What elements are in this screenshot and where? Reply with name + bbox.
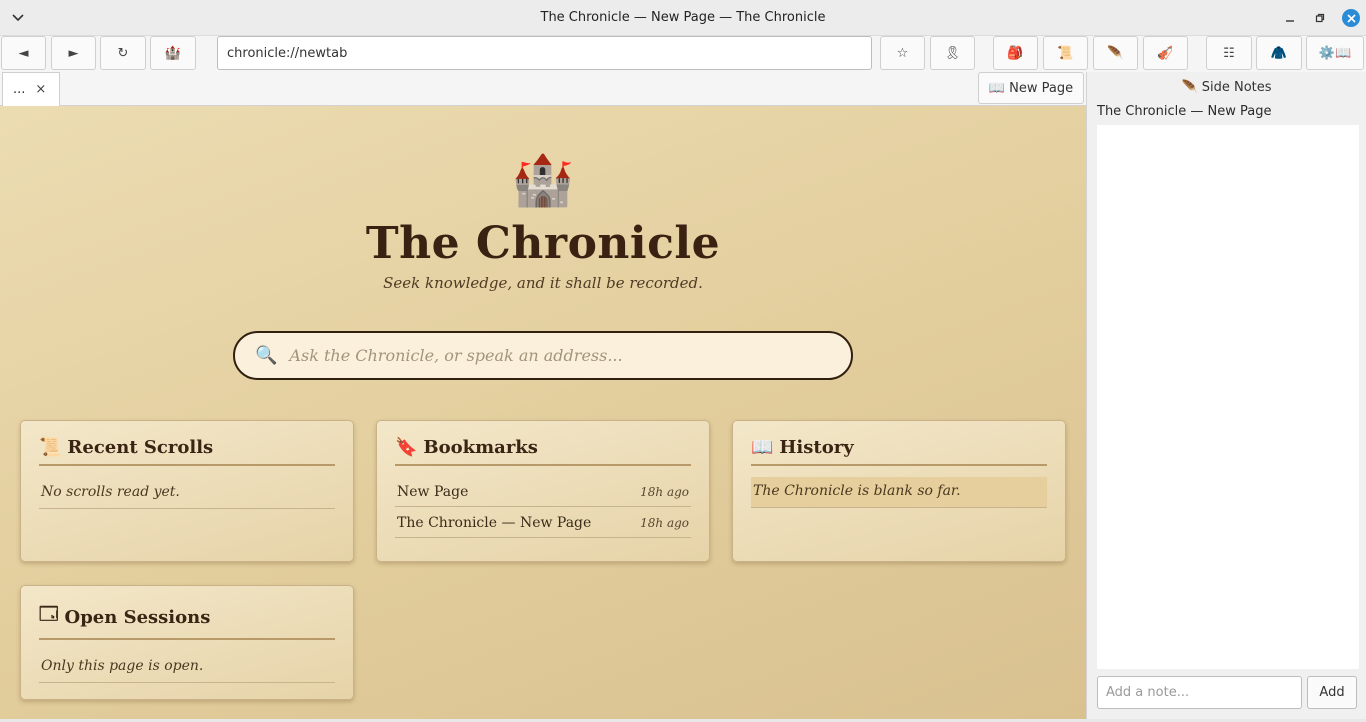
tagline: Seek knowledge, and it shall be recorded… <box>383 274 703 292</box>
bookmarks-title: Bookmarks <box>423 437 538 458</box>
home-castle-button[interactable]: 🏰 <box>150 36 196 70</box>
book-icon: 📖 <box>988 80 1006 96</box>
fiddle-button[interactable]: 🎻 <box>1143 36 1188 70</box>
history-heading: 📖 History <box>751 437 1047 466</box>
side-notes-panel: 🪶 Side Notes The Chronicle — New Page Ad… <box>1086 72 1366 719</box>
book-icon: 📖 <box>751 437 774 458</box>
restore-icon[interactable] <box>1311 9 1329 27</box>
side-notes-page-title: The Chronicle — New Page <box>1097 104 1272 119</box>
open-sessions-heading: 🗔 Open Sessions <box>39 602 335 640</box>
bookmark-label: New Page <box>397 484 469 500</box>
tab-label: ... <box>13 82 26 97</box>
bookmark-item[interactable]: The Chronicle — New Page 18h ago <box>395 507 691 538</box>
add-note-input[interactable] <box>1097 676 1302 709</box>
tab-current[interactable]: ... × <box>2 72 60 106</box>
castle-icon: 🏰 <box>511 151 575 209</box>
navigation-toolbar: ◄ ► ↻ 🏰 chronicle://newtab ☆ 🎗 🎒 📜 🪶 🎻 ☷… <box>0 36 1366 72</box>
history-empty: The Chronicle is blank so far. <box>751 477 1047 508</box>
open-sessions-card: 🗔 Open Sessions Only this page is open. <box>20 585 354 700</box>
bookmark-time: 18h ago <box>640 485 689 499</box>
recent-scrolls-card: 📜 Recent Scrolls No scrolls read yet. <box>20 420 354 562</box>
bookmark-item[interactable]: New Page 18h ago <box>395 466 691 507</box>
add-note-button[interactable]: Add <box>1307 676 1357 709</box>
side-notes-header: 🪶 Side Notes <box>1181 80 1272 95</box>
bookmark-star-button[interactable]: ☆ <box>880 36 925 70</box>
recent-scrolls-heading: 📜 Recent Scrolls <box>39 437 335 466</box>
bookmarks-heading: 🔖 Bookmarks <box>395 437 691 466</box>
forward-button[interactable]: ► <box>51 36 96 70</box>
window-title: The Chronicle — New Page — The Chronicle <box>540 10 826 25</box>
window-icon: 🗔 <box>39 604 59 625</box>
title-bar: The Chronicle — New Page — The Chronicle <box>0 0 1366 36</box>
minimize-icon[interactable] <box>1281 9 1299 27</box>
bookmark-label: The Chronicle — New Page <box>397 515 592 531</box>
bookmarks-card: 🔖 Bookmarks New Page 18h ago The Chronic… <box>376 420 710 562</box>
recent-scrolls-title: Recent Scrolls <box>67 437 214 458</box>
back-button[interactable]: ◄ <box>1 36 46 70</box>
open-sessions-title: Open Sessions <box>64 606 211 628</box>
bookmark-icon: 🔖 <box>395 437 418 458</box>
new-tab-page: 🏰 The Chronicle Seek knowledge, and it s… <box>0 106 1086 719</box>
reload-button[interactable]: ↻ <box>100 36 146 70</box>
search-placeholder[interactable]: Ask the Chronicle, or speak an address..… <box>289 346 622 365</box>
ribbon-button[interactable]: 🎗 <box>930 36 975 70</box>
pack-button[interactable]: 🎒 <box>993 36 1038 70</box>
list-menu-button[interactable]: ☷ <box>1206 36 1252 70</box>
search-icon: 🔍 <box>255 345 278 366</box>
recent-scrolls-empty: No scrolls read yet. <box>39 466 335 509</box>
history-card: 📖 History The Chronicle is blank so far. <box>732 420 1066 562</box>
scroll-button[interactable]: 📜 <box>1043 36 1088 70</box>
tab-close-icon[interactable]: × <box>35 82 46 97</box>
cloak-button[interactable]: 🧥 <box>1256 36 1302 70</box>
brand-title: The Chronicle <box>365 218 721 269</box>
settings-button[interactable]: ⚙️📖 <box>1306 36 1364 70</box>
bookmark-time: 18h ago <box>640 516 689 530</box>
address-bar[interactable]: chronicle://newtab <box>217 36 872 70</box>
open-sessions-empty: Only this page is open. <box>39 640 335 683</box>
new-page-label: New Page <box>1009 80 1074 96</box>
tab-strip: ... × 📖 New Page <box>0 72 1086 106</box>
scroll-icon: 📜 <box>39 437 62 458</box>
search-box[interactable]: 🔍 Ask the Chronicle, or speak an address… <box>233 331 853 380</box>
quill-button[interactable]: 🪶 <box>1093 36 1138 70</box>
close-window-icon[interactable] <box>1342 9 1360 27</box>
notes-list[interactable] <box>1097 125 1359 669</box>
history-title: History <box>779 437 854 458</box>
new-page-button[interactable]: 📖 New Page <box>978 72 1084 104</box>
